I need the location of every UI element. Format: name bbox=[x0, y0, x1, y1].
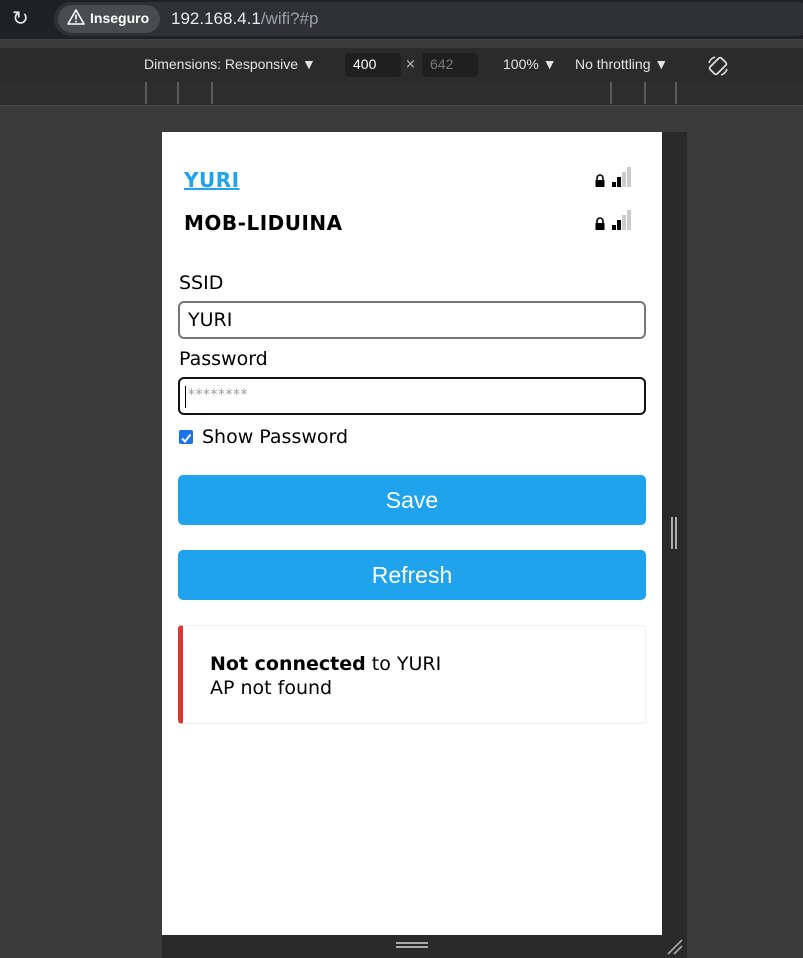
lock-icon bbox=[595, 217, 605, 230]
url-path: /wifi?#p bbox=[260, 9, 319, 28]
address-bar[interactable] bbox=[54, 2, 803, 36]
dimensions-dropdown[interactable]: Dimensions: Responsive ▼ bbox=[144, 56, 316, 72]
show-password-label[interactable]: Show Password bbox=[202, 426, 348, 448]
ssid-input[interactable]: YURI bbox=[178, 301, 646, 339]
refresh-button[interactable]: Refresh bbox=[178, 550, 646, 600]
warning-icon bbox=[67, 9, 85, 25]
width-input[interactable]: 400 bbox=[345, 53, 401, 77]
vertical-resize-handle[interactable] bbox=[671, 517, 677, 549]
show-password-checkbox[interactable] bbox=[179, 430, 193, 444]
signal-icon bbox=[612, 210, 632, 230]
status-bold: Not connected bbox=[210, 653, 366, 675]
device-toolbar: Dimensions: Responsive ▼ 400 × 642 100% … bbox=[0, 48, 803, 82]
url-text[interactable]: 192.168.4.1/wifi?#p bbox=[171, 9, 318, 29]
save-button[interactable]: Save bbox=[178, 475, 646, 525]
horizontal-resize-handle[interactable] bbox=[396, 942, 428, 948]
times-icon: × bbox=[405, 57, 416, 72]
network-link-yuri[interactable]: YURI bbox=[184, 168, 240, 192]
device-viewport bbox=[162, 132, 662, 935]
zoom-dropdown[interactable]: 100% ▼ bbox=[503, 56, 557, 72]
password-label: Password bbox=[179, 348, 268, 370]
height-input[interactable]: 642 bbox=[422, 53, 478, 77]
password-input[interactable]: ******** bbox=[178, 377, 646, 415]
status-detail: AP not found bbox=[210, 677, 333, 699]
security-chip[interactable]: Inseguro bbox=[58, 5, 160, 33]
status-line: Not connected to YURI bbox=[210, 653, 441, 675]
ssid-label: SSID bbox=[179, 272, 224, 294]
throttling-dropdown[interactable]: No throttling ▼ bbox=[575, 56, 668, 72]
check-icon bbox=[181, 433, 192, 444]
network-link-mob-liduina[interactable]: MOB-LIDUINA bbox=[184, 211, 343, 235]
lock-icon bbox=[595, 174, 605, 187]
url-host: 192.168.4.1 bbox=[171, 9, 261, 28]
status-rest: to YURI bbox=[365, 653, 442, 675]
rotate-icon[interactable] bbox=[706, 54, 730, 78]
security-label: Inseguro bbox=[90, 10, 150, 26]
media-query-bar bbox=[0, 82, 803, 106]
corner-resize-icon[interactable] bbox=[666, 938, 684, 956]
status-message: Not connected to YURI AP not found bbox=[178, 625, 646, 724]
reload-icon[interactable]: ↻ bbox=[12, 8, 32, 28]
text-caret bbox=[185, 386, 186, 408]
signal-icon bbox=[612, 167, 632, 187]
browser-toolbar: ↻ Inseguro 192.168.4.1/wifi?#p bbox=[0, 0, 803, 40]
